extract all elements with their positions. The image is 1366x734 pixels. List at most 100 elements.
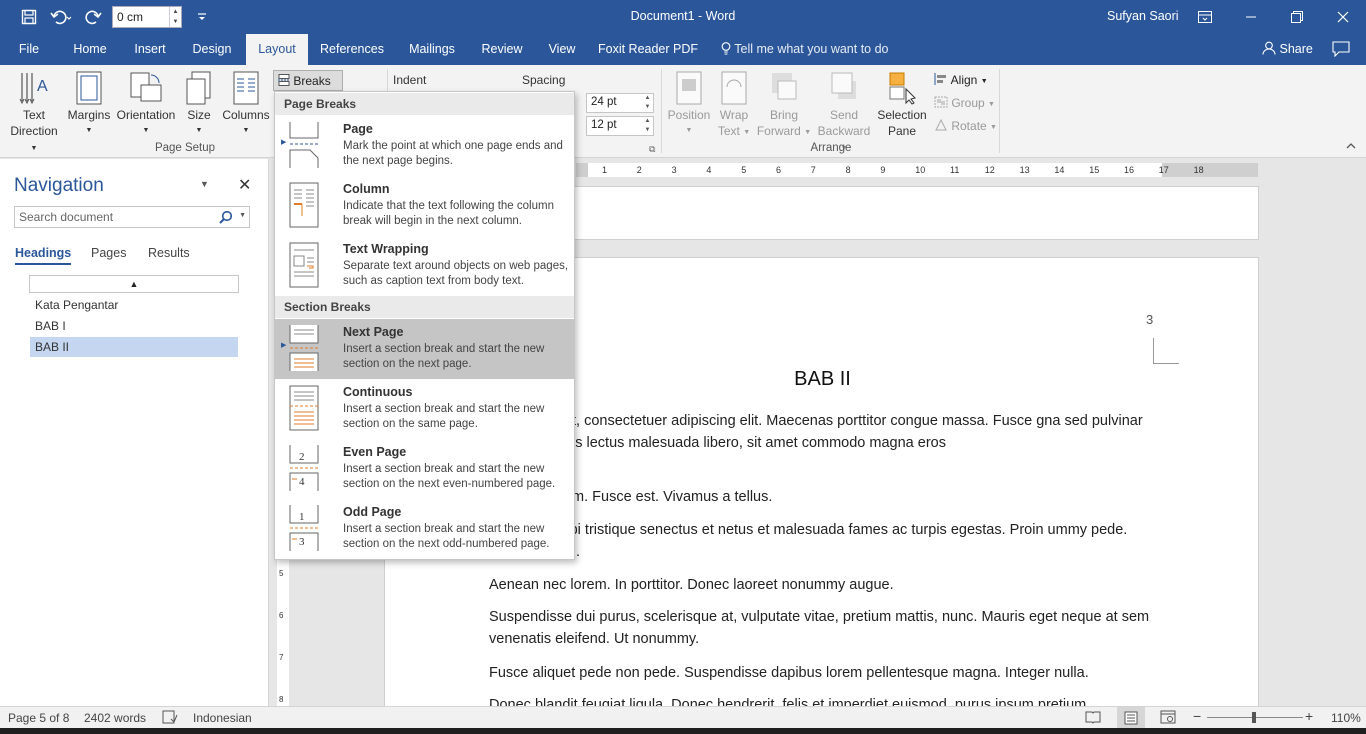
menu-item-title: Even Page	[343, 445, 407, 459]
tab-foxit-reader-pdf[interactable]: Foxit Reader PDF	[597, 34, 699, 65]
columns-button[interactable]: Columns ▼	[220, 69, 272, 139]
heading-item[interactable]: Kata Pengantar	[30, 295, 238, 315]
vertical-ruler[interactable]: 5 6 7 8	[277, 555, 289, 706]
bring-forward-button[interactable]: Bring Forward ▼	[756, 69, 812, 141]
svg-text:1: 1	[299, 511, 305, 523]
menu-item-column-break[interactable]: Column Indicate that the text following …	[275, 176, 574, 236]
size-button[interactable]: Size ▼	[182, 69, 216, 139]
tab-design[interactable]: Design	[185, 34, 239, 65]
tab-references[interactable]: References	[316, 34, 388, 65]
position-button[interactable]: Position ▼	[665, 69, 713, 139]
paragraph[interactable]: Suspendisse dui purus, scelerisque at, v…	[489, 606, 1159, 650]
tab-insert[interactable]: Insert	[127, 34, 173, 65]
restore-icon[interactable]	[1274, 0, 1320, 34]
collapse-ribbon-icon[interactable]	[1346, 141, 1356, 152]
selection-pane-button[interactable]: Selection Pane	[876, 69, 928, 139]
status-bar: Page 5 of 8 2402 words Indonesian − + 11…	[0, 706, 1366, 728]
align-label: Align	[950, 73, 978, 87]
nav-tab-results[interactable]: Results	[148, 246, 190, 260]
heading-item[interactable]: BAB I	[30, 316, 238, 336]
group-button[interactable]: Group ▼	[934, 96, 995, 110]
share-button[interactable]: Share	[1262, 34, 1313, 65]
rotate-button[interactable]: Rotate ▼	[934, 118, 997, 133]
heading-item-selected[interactable]: BAB II	[30, 337, 238, 357]
text-direction-button[interactable]: A Text Direction ▼	[6, 69, 62, 157]
spacing-after-spinner[interactable]: ▲ ▼	[642, 117, 653, 135]
ribbon-display-options-icon[interactable]	[1182, 0, 1228, 34]
zoom-in-icon[interactable]: +	[1305, 708, 1313, 724]
word-count[interactable]: 2402 words	[84, 711, 146, 725]
minimize-icon[interactable]	[1228, 0, 1274, 34]
nav-tab-headings[interactable]: Headings	[15, 246, 72, 265]
menu-item-text-wrapping-break[interactable]: Text Wrapping Separate text around objec…	[275, 236, 574, 296]
language-indicator[interactable]: Indonesian	[193, 711, 252, 725]
paragraph[interactable]: imperdiet enim. Fusce est. Vivamus a tel…	[489, 486, 1159, 508]
wrap-text-icon	[716, 69, 752, 105]
person-icon	[1262, 41, 1279, 56]
search-options-icon[interactable]: ▼	[239, 212, 246, 219]
paragraph-dialog-launcher-icon[interactable]: ⧉	[649, 144, 655, 155]
ruler-tick: 13	[1019, 165, 1030, 175]
tab-review[interactable]: Review	[476, 34, 528, 65]
align-button[interactable]: Align ▼	[934, 73, 988, 87]
close-window-icon[interactable]	[1320, 0, 1366, 34]
zoom-level[interactable]: 110%	[1331, 711, 1361, 725]
horizontal-ruler[interactable]: 1 2 3 4 5 6 7 8 9 10 11 12 13 14 15 16 17 18	[576, 163, 1258, 177]
tab-layout[interactable]: Layout	[246, 34, 308, 65]
web-layout-icon[interactable]	[1160, 710, 1176, 727]
ruler-tick: 2	[636, 165, 642, 175]
tell-me-box[interactable]: Tell me what you want to do	[721, 34, 889, 65]
spacing-after-field[interactable]: 12 pt ▲ ▼	[586, 116, 654, 136]
spacing-before-spinner[interactable]: ▲ ▼	[642, 94, 653, 112]
paragraph[interactable]: Fusce aliquet pede non pede. Suspendisse…	[489, 662, 1159, 684]
submenu-marker-icon: ▶	[281, 139, 287, 146]
margin-corner-mark	[1153, 338, 1179, 364]
user-name[interactable]: Sufyan Saori	[1107, 9, 1179, 23]
zoom-slider-handle[interactable]	[1252, 712, 1256, 723]
paragraph[interactable]: Donec blandit feugiat ligula. Donec hend…	[489, 694, 1159, 706]
tab-home[interactable]: Home	[66, 34, 114, 65]
tab-mailings[interactable]: Mailings	[401, 34, 463, 65]
zoom-out-icon[interactable]: −	[1193, 708, 1201, 724]
proofing-icon[interactable]	[162, 710, 178, 727]
menu-item-odd-page-break[interactable]: 13 Odd Page Insert a section break and s…	[275, 499, 574, 559]
indent-label: Indent	[393, 73, 427, 87]
tab-file[interactable]: File	[10, 34, 48, 65]
section-breaks-section-header: Section Breaks	[275, 296, 574, 318]
tab-view[interactable]: View	[540, 34, 584, 65]
paragraph[interactable]: dolor sit amet, consectetuer adipiscing …	[489, 410, 1159, 454]
ruler-tick: 14	[1054, 165, 1065, 175]
print-layout-icon[interactable]	[1117, 707, 1145, 728]
bring-forward-label-1: Bring	[769, 108, 798, 122]
navigation-options-icon[interactable]: ▼	[200, 179, 209, 189]
menu-item-title: Column	[343, 182, 390, 196]
menu-item-title: Continuous	[343, 385, 413, 399]
search-input[interactable]: Search document ▼	[14, 206, 250, 228]
group-separator	[999, 69, 1000, 153]
comment-icon[interactable]	[1332, 41, 1350, 60]
close-icon[interactable]: ✕	[238, 175, 251, 195]
margins-button[interactable]: Margins ▼	[66, 69, 112, 139]
odd-page-break-icon: 13	[288, 505, 322, 551]
orientation-button[interactable]: Orientation ▼	[114, 69, 178, 139]
selection-pane-icon	[876, 69, 928, 105]
menu-item-page-break[interactable]: ▶ Page Mark the point at which one page …	[275, 116, 574, 176]
menu-item-even-page-break[interactable]: 24 Even Page Insert a section break and …	[275, 439, 574, 499]
menu-item-next-page-break[interactable]: ▶ Next Page Insert a section break and s…	[275, 319, 574, 379]
nav-tab-pages[interactable]: Pages	[91, 246, 126, 260]
search-icon[interactable]	[219, 210, 233, 227]
spacing-before-field[interactable]: 24 pt ▲ ▼	[586, 93, 654, 113]
menu-item-description: Insert a section break and start the new…	[343, 403, 545, 430]
page-count[interactable]: Page 5 of 8	[8, 711, 69, 725]
spacing-after-value: 12 pt	[591, 119, 617, 131]
breaks-label: Breaks	[293, 74, 331, 88]
collapse-headings-icon[interactable]: ▲	[29, 275, 239, 293]
paragraph[interactable]: habitant morbi tristique senectus et net…	[489, 519, 1159, 563]
breaks-button[interactable]: Breaks ▼	[273, 70, 343, 100]
wrap-text-button[interactable]: Wrap Text ▼	[716, 69, 752, 141]
menu-item-continuous-break[interactable]: Continuous Insert a section break and st…	[275, 379, 574, 439]
group-label: Group	[951, 96, 985, 110]
paragraph[interactable]: Aenean nec lorem. In porttitor. Donec la…	[489, 574, 1159, 596]
ruler-tick: 15	[1089, 165, 1100, 175]
read-mode-icon[interactable]	[1085, 710, 1101, 727]
